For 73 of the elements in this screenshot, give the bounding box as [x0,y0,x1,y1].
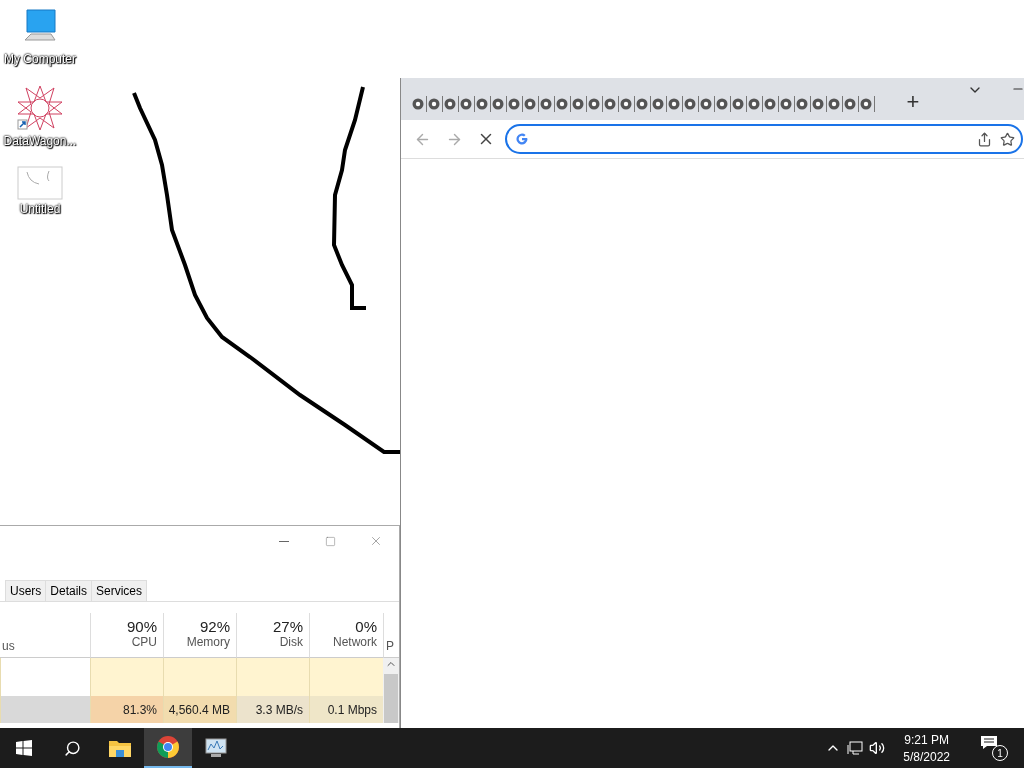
chrome-icon [156,735,180,759]
browser-tab[interactable] [603,96,619,112]
tab[interactable]: Services [91,580,148,601]
column-percent: 27% [272,617,303,635]
column-header[interactable]: us [2,639,15,653]
browser-tab[interactable] [667,96,683,112]
scrollbar-thumb[interactable] [384,674,398,723]
browser-tab[interactable] [795,96,811,112]
desktop-icon-label[interactable]: My Computer [4,52,76,66]
sketch-thumbnail-icon [17,166,63,200]
new-tab-button[interactable]: + [899,88,927,116]
browser-tab[interactable] [539,96,555,112]
volume-icon[interactable] [869,740,886,756]
notifications-button[interactable]: 1 [980,735,1008,761]
message-icon [980,735,998,750]
browser-tab[interactable] [811,96,827,112]
folder-icon [108,738,132,758]
star-pattern-icon [16,84,64,132]
column-header[interactable]: CPU [131,634,157,649]
browser-tab[interactable] [859,96,875,112]
browser-tab[interactable] [491,96,507,112]
minimize-icon [279,540,289,542]
browser-tab[interactable] [619,96,635,112]
table-cell: 0.1 Mbps [309,696,383,723]
windows-logo-icon [16,740,32,756]
desktop-icon-label[interactable]: DataWagon... [3,134,77,148]
desktop-icon-label[interactable]: Untitled [19,202,61,216]
close-icon [369,534,383,548]
column-percent: 92% [199,617,230,635]
table-cell: 81.3% [90,696,163,723]
browser-tab[interactable] [731,96,747,112]
browser-tab[interactable] [475,96,491,112]
column-header[interactable]: Network [333,634,377,649]
browser-tab[interactable] [699,96,715,112]
tab[interactable]: Users [5,580,47,601]
browser-tab[interactable] [443,96,459,112]
browser-tab[interactable] [523,96,539,112]
browser-tab[interactable] [843,96,859,112]
browser-tab[interactable] [555,96,571,112]
monitor-chart-icon [204,737,228,759]
browser-tab[interactable] [779,96,795,112]
browser-tab[interactable] [683,96,699,112]
browser-tab[interactable] [747,96,763,112]
column-header[interactable]: P [386,639,394,653]
browser-tab[interactable] [571,96,587,112]
table-cell: 3.3 MB/s [236,696,309,723]
g-logo-icon [515,132,529,146]
search-icon [63,739,81,757]
column-percent: 0% [355,617,377,635]
browser-tab[interactable] [459,96,475,112]
browser-tab[interactable] [587,96,603,112]
column-header[interactable]: Disk [279,634,303,649]
column-header[interactable]: Memory [186,634,230,649]
browser-tab[interactable] [507,96,523,112]
browser-tab[interactable] [763,96,779,112]
browser-tab[interactable] [427,96,443,112]
maximize-icon [324,535,336,547]
column-percent: 90% [126,617,157,635]
bookmark-star-icon[interactable] [1000,131,1015,147]
browser-tab[interactable] [715,96,731,112]
tab[interactable]: Details [45,580,93,601]
address-bar[interactable] [505,124,1023,154]
browser-tab[interactable] [635,96,651,112]
taskbar-app-button[interactable] [144,728,192,768]
table-cell: 4,560.4 MB [163,696,236,723]
notification-count: 1 [992,745,1008,761]
browser-tab[interactable] [411,96,427,112]
browser-tab[interactable] [651,96,667,112]
clock[interactable]: 9:21 PM 5/8/2022 [891,732,962,764]
share-icon[interactable] [977,131,992,147]
scrollbar[interactable] [383,658,399,723]
network-icon[interactable] [847,741,864,755]
browser-tab[interactable] [827,96,843,112]
